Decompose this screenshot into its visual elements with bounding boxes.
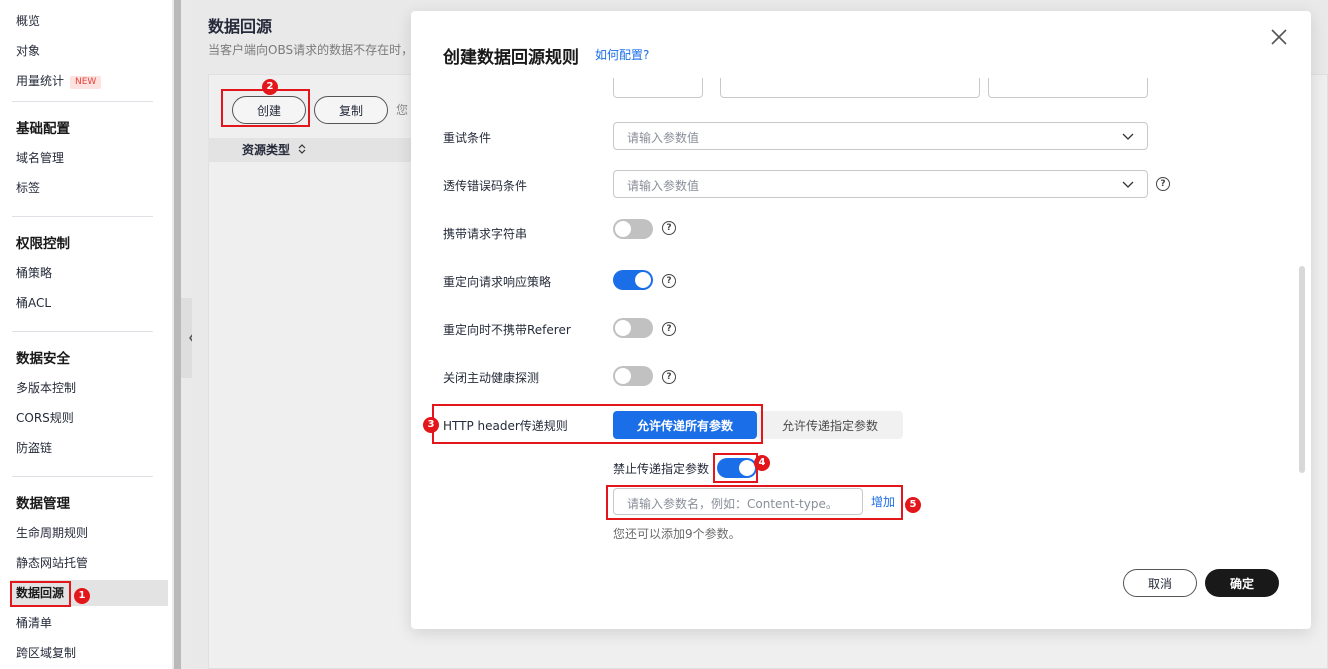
how-to-configure-link[interactable]: 如何配置? bbox=[595, 46, 649, 63]
callout-box-4 bbox=[713, 453, 758, 483]
sidebar-item-bucket-policy[interactable]: 桶策略 bbox=[16, 264, 52, 281]
sidebar-item-cors[interactable]: CORS规则 bbox=[16, 409, 74, 426]
dialog-title: 创建数据回源规则 bbox=[443, 48, 579, 68]
sidebar-item-inventory[interactable]: 桶清单 bbox=[16, 614, 52, 631]
toggle-knob bbox=[615, 221, 631, 237]
redirect-policy-toggle[interactable] bbox=[613, 270, 653, 290]
toggle-knob bbox=[635, 272, 651, 288]
forbid-params-label: 禁止传递指定参数 bbox=[613, 462, 710, 476]
callout-number-5: 5 bbox=[905, 497, 921, 513]
dialog-scrollbar[interactable] bbox=[1299, 266, 1305, 473]
select-placeholder: 请输入参数值 bbox=[627, 179, 700, 193]
sidebar-item-versioning[interactable]: 多版本控制 bbox=[16, 379, 76, 396]
close-icon bbox=[1271, 29, 1287, 45]
callout-number-4: 4 bbox=[754, 455, 770, 471]
close-health-check-toggle[interactable] bbox=[613, 366, 653, 386]
sidebar-item-static-website[interactable]: 静态网站托管 bbox=[16, 554, 88, 571]
toggle-knob bbox=[615, 320, 631, 336]
sidebar-item-label: 概览 bbox=[16, 14, 41, 28]
sidebar-item-lifecycle[interactable]: 生命周期规则 bbox=[16, 524, 88, 541]
column-label: 资源类型 bbox=[242, 143, 291, 157]
callout-box-2 bbox=[221, 89, 310, 127]
select-placeholder: 请输入参数值 bbox=[627, 131, 700, 145]
callout-number-1: 1 bbox=[74, 588, 90, 604]
allow-specified-params-option[interactable]: 允许传递指定参数 bbox=[757, 411, 903, 439]
close-button[interactable] bbox=[1267, 25, 1291, 49]
cancel-button[interactable]: 取消 bbox=[1123, 569, 1197, 597]
help-icon[interactable]: ? bbox=[662, 274, 676, 288]
sidebar-divider bbox=[12, 101, 153, 102]
passthrough-error-select[interactable]: 请输入参数值 bbox=[613, 170, 1148, 198]
create-rule-dialog: 创建数据回源规则 如何配置? 重试条件 请输入参数值 透传错误码条件 请输入参数… bbox=[411, 11, 1311, 629]
sidebar-heading-basic-config: 基础配置 bbox=[16, 121, 70, 137]
sidebar-item-hotlink[interactable]: 防盗链 bbox=[16, 439, 52, 456]
callout-box-3 bbox=[432, 404, 763, 444]
sort-icon[interactable] bbox=[297, 143, 307, 155]
sidebar-heading-data-security: 数据安全 bbox=[16, 351, 70, 367]
column-resource-type[interactable]: 资源类型 bbox=[242, 141, 307, 158]
page-description: 当客户端向OBS请求的数据不存在时， bbox=[208, 43, 414, 57]
sidebar-divider bbox=[12, 476, 153, 477]
carry-query-toggle[interactable] bbox=[613, 219, 653, 239]
sidebar-divider bbox=[12, 331, 153, 332]
sidebar: 概览 对象 用量统计 NEW 基础配置 域名管理 标签 权限控制 桶策略 桶ACL… bbox=[0, 0, 172, 669]
toggle-knob bbox=[615, 368, 631, 384]
sidebar-item-domain[interactable]: 域名管理 bbox=[16, 149, 64, 166]
sidebar-heading-permissions: 权限控制 bbox=[16, 236, 70, 252]
partial-input[interactable] bbox=[613, 78, 703, 98]
sidebar-scrollbar[interactable] bbox=[174, 0, 181, 669]
help-icon[interactable]: ? bbox=[662, 322, 676, 336]
callout-number-3: 3 bbox=[423, 417, 439, 433]
partial-input[interactable] bbox=[988, 78, 1148, 98]
sidebar-heading-data-management: 数据管理 bbox=[16, 496, 70, 512]
params-remaining-hint: 您还可以添加9个参数。 bbox=[613, 527, 741, 541]
help-icon[interactable]: ? bbox=[1156, 177, 1170, 191]
toolbar-hint: 您 bbox=[396, 103, 409, 117]
redirect-no-referer-label: 重定向时不携带Referer bbox=[443, 323, 571, 337]
copy-button[interactable]: 复制 bbox=[314, 96, 388, 124]
sidebar-divider bbox=[12, 216, 153, 217]
redirect-policy-label: 重定向请求响应策略 bbox=[443, 275, 552, 289]
retry-condition-select[interactable]: 请输入参数值 bbox=[613, 122, 1148, 150]
sidebar-item-label: 用量统计 bbox=[16, 74, 65, 88]
callout-number-2: 2 bbox=[262, 79, 278, 95]
sidebar-item-overview[interactable]: 概览 bbox=[16, 12, 40, 29]
retry-condition-label: 重试条件 bbox=[443, 131, 492, 145]
help-icon[interactable]: ? bbox=[662, 221, 676, 235]
carry-query-label: 携带请求字符串 bbox=[443, 227, 528, 241]
redirect-no-referer-toggle[interactable] bbox=[613, 318, 653, 338]
page-title: 数据回源 bbox=[208, 17, 273, 36]
sidebar-item-objects[interactable]: 对象 bbox=[16, 42, 40, 59]
new-badge: NEW bbox=[70, 76, 102, 89]
confirm-button[interactable]: 确定 bbox=[1205, 569, 1279, 597]
partial-input[interactable] bbox=[720, 78, 980, 98]
help-icon[interactable]: ? bbox=[662, 370, 676, 384]
chevron-down-icon bbox=[1122, 181, 1134, 188]
chevron-down-icon bbox=[1122, 133, 1134, 140]
callout-box-1 bbox=[10, 581, 71, 607]
sidebar-item-cross-region[interactable]: 跨区域复制 bbox=[16, 644, 76, 661]
close-health-check-label: 关闭主动健康探测 bbox=[443, 371, 540, 385]
table-header bbox=[208, 138, 418, 162]
sidebar-item-label: 对象 bbox=[16, 44, 41, 58]
callout-box-5 bbox=[606, 485, 903, 520]
passthrough-error-label: 透传错误码条件 bbox=[443, 179, 528, 193]
sidebar-item-bucket-acl[interactable]: 桶ACL bbox=[16, 294, 51, 311]
sidebar-item-tags[interactable]: 标签 bbox=[16, 179, 40, 196]
sidebar-item-usage[interactable]: 用量统计 NEW bbox=[16, 72, 102, 89]
